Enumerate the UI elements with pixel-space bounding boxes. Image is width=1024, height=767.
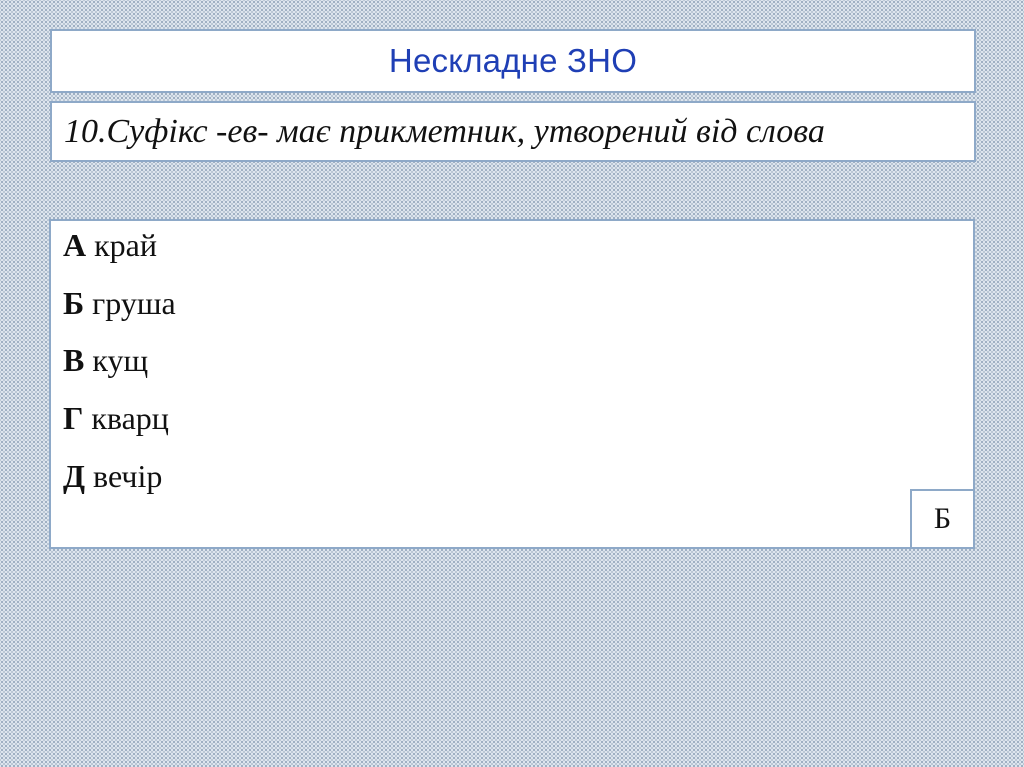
option-e: Д вечір <box>63 458 162 495</box>
answer-options-box: А край Б груша В кущ Г кварц Д вечір Б <box>49 219 975 549</box>
option-b: Б груша <box>63 285 176 322</box>
title-box: Нескладне ЗНО <box>50 29 976 93</box>
option-d: Г кварц <box>63 400 169 437</box>
option-a-word: край <box>94 227 157 263</box>
question-text: 10.Суфікс -ев- має прикметник, утворений… <box>64 112 825 150</box>
option-e-letter: Д <box>63 458 86 494</box>
answer-box: Б <box>910 489 975 549</box>
option-c-letter: В <box>63 342 85 378</box>
option-e-word: вечір <box>93 458 163 494</box>
option-c: В кущ <box>63 342 148 379</box>
option-b-letter: Б <box>63 285 85 321</box>
question-box: 10.Суфікс -ев- має прикметник, утворений… <box>50 101 976 162</box>
option-a: А край <box>63 227 157 264</box>
answer-text: Б <box>933 502 952 535</box>
slide-title: Нескладне ЗНО <box>388 42 638 79</box>
option-a-letter: А <box>63 227 87 263</box>
option-d-word: кварц <box>91 400 169 436</box>
option-c-word: кущ <box>92 342 149 378</box>
option-b-word: груша <box>92 285 176 321</box>
option-d-letter: Г <box>63 400 84 436</box>
